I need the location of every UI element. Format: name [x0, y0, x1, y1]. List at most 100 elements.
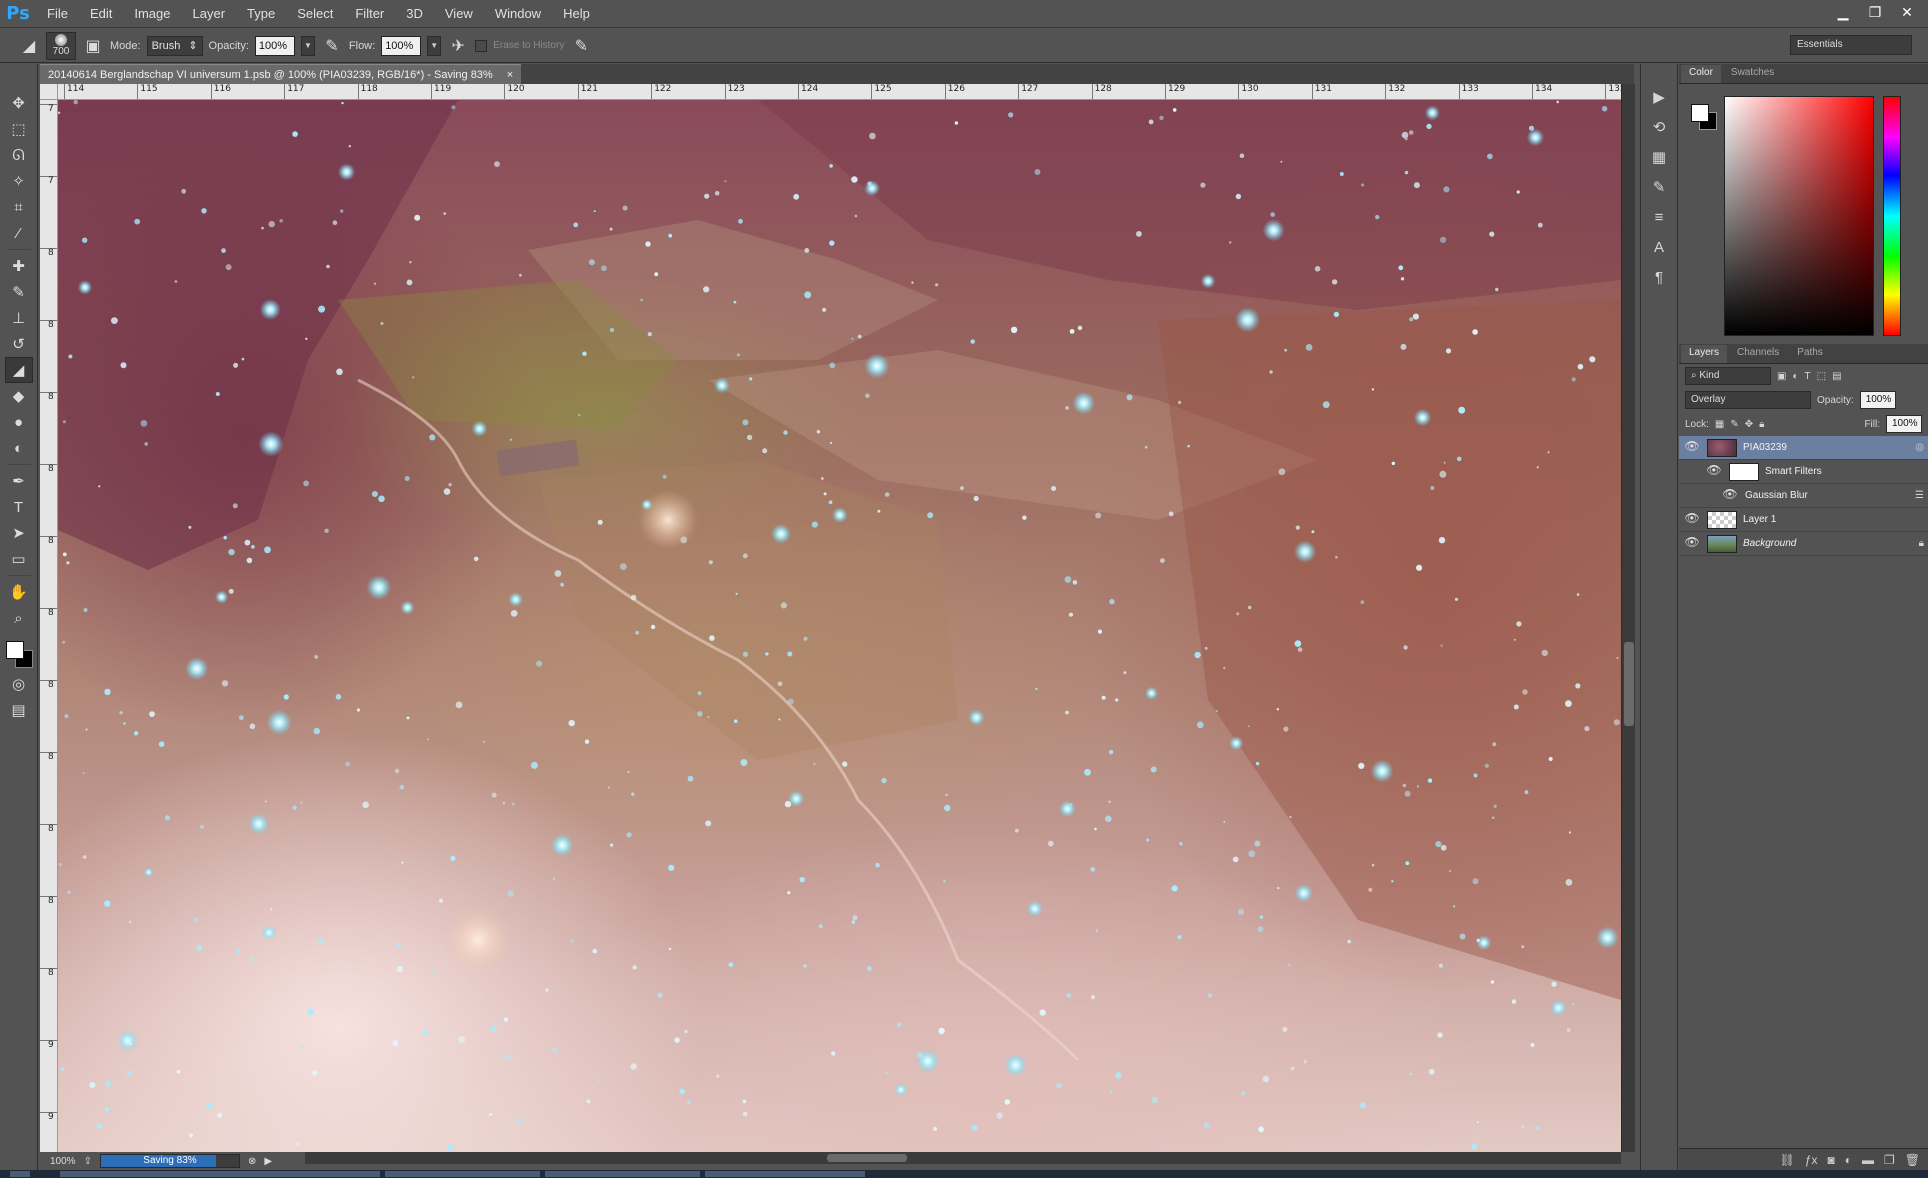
link-layers-icon[interactable]: ⛓ [1780, 1153, 1795, 1167]
adjustment-layer-icon[interactable]: ◐ [1845, 1153, 1852, 1167]
layer-style-icon[interactable]: ƒx [1805, 1153, 1818, 1167]
add-mask-icon[interactable]: ◙ [1828, 1153, 1835, 1167]
lock-all-icon[interactable]: 🔒︎ [1759, 419, 1764, 430]
move-tool-icon[interactable]: ✥ [5, 90, 33, 116]
tab-layers[interactable]: Layers [1681, 345, 1728, 363]
eraser-tool-preset-icon[interactable]: ◢ [18, 35, 40, 57]
foreground-color-swatch[interactable] [1691, 104, 1709, 122]
taskbar-item[interactable] [385, 1171, 540, 1177]
menu-edit[interactable]: Edit [79, 0, 123, 28]
brush-panel-icon[interactable]: ✎ [1646, 174, 1672, 200]
path-selection-tool-icon[interactable]: ➤ [5, 520, 33, 546]
pressure-opacity-icon[interactable]: ✎ [321, 35, 343, 57]
quick-mask-icon[interactable]: ◎ [5, 671, 33, 697]
vertical-ruler[interactable]: 7 7 8 8 8 8 8 8 8 8 8 8 8 9 9 [40, 100, 58, 1152]
paragraph-panel-icon[interactable]: ¶ [1646, 264, 1672, 290]
layer-row-pia03239[interactable]: 👁︎ PIA03239 ◎ [1679, 436, 1928, 460]
menu-window[interactable]: Window [484, 0, 552, 28]
pressure-size-icon[interactable]: ✎ [570, 35, 592, 57]
pixel-filter-icon[interactable]: ▣ [1777, 371, 1786, 382]
lock-position-icon[interactable]: ✥ [1745, 419, 1753, 430]
new-layer-icon[interactable]: ❐ [1884, 1153, 1895, 1167]
blend-mode-select[interactable]: Overlay [1685, 391, 1811, 409]
visibility-eye-icon[interactable]: 👁︎ [1705, 463, 1723, 481]
properties-icon[interactable]: ▦ [1646, 144, 1672, 170]
horizontal-ruler[interactable]: 114 115 116 117 118 119 120 121 122 123 124 125 126 1… [58, 84, 1621, 100]
brush-tool-icon[interactable]: ✎ [5, 279, 33, 305]
visibility-eye-icon[interactable]: 👁︎ [1683, 511, 1701, 529]
history-brush-tool-icon[interactable]: ↺ [5, 331, 33, 357]
history-icon[interactable]: ⟲ [1646, 114, 1672, 140]
hand-tool-icon[interactable]: ✋ [5, 579, 33, 605]
color-picker-field[interactable] [1724, 96, 1874, 336]
menu-layer[interactable]: Layer [182, 0, 237, 28]
opacity-dropdown[interactable]: ▼ [300, 35, 315, 56]
visibility-eye-icon[interactable]: 👁︎ [1683, 535, 1701, 553]
horizontal-scroll-thumb[interactable] [827, 1154, 907, 1162]
zoom-tool-icon[interactable]: ⌕ [5, 605, 33, 631]
mode-select[interactable]: Brush ⇕ [146, 35, 203, 56]
eyedropper-tool-icon[interactable]: ⁄ [5, 220, 33, 246]
menu-3d[interactable]: 3D [395, 0, 434, 28]
horizontal-scrollbar[interactable] [305, 1152, 1621, 1164]
restore-button[interactable]: ❐ [1860, 2, 1890, 22]
layer-row-layer-1[interactable]: 👁︎ Layer 1 [1679, 508, 1928, 532]
document-canvas[interactable] [58, 100, 1621, 1152]
smart-object-filter-icon[interactable]: ▤ [1832, 371, 1841, 382]
start-button[interactable] [10, 1171, 30, 1177]
paint-bucket-tool-icon[interactable]: ◆ [5, 383, 33, 409]
erase-to-history-checkbox[interactable] [475, 39, 488, 52]
layer-row-background[interactable]: 👁︎ Background 🔒︎ [1679, 532, 1928, 556]
status-menu-arrow-icon[interactable]: ▶ [264, 1156, 272, 1167]
blur-tool-icon[interactable]: ● [5, 409, 33, 435]
airbrush-icon[interactable]: ✈ [447, 35, 469, 57]
ruler-origin[interactable] [40, 84, 58, 100]
tab-paths[interactable]: Paths [1789, 345, 1831, 363]
close-tab-icon[interactable]: × [507, 69, 513, 81]
close-button[interactable]: ✕ [1892, 2, 1922, 22]
tab-channels[interactable]: Channels [1729, 345, 1787, 363]
lasso-tool-icon[interactable]: ᘏ [5, 142, 33, 168]
menu-view[interactable]: View [434, 0, 484, 28]
lock-image-icon[interactable]: ✎ [1730, 419, 1738, 430]
vertical-scroll-thumb[interactable] [1624, 642, 1634, 726]
menu-select[interactable]: Select [286, 0, 344, 28]
menu-help[interactable]: Help [552, 0, 601, 28]
kind-filter-select[interactable]: ⌕ Kind [1685, 367, 1771, 385]
minimize-button[interactable]: ▁ [1828, 2, 1858, 22]
filter-blending-options-icon[interactable]: ☰ [1915, 490, 1924, 501]
pen-tool-icon[interactable]: ✒ [5, 468, 33, 494]
menu-image[interactable]: Image [123, 0, 181, 28]
magic-wand-tool-icon[interactable]: ✧ [5, 168, 33, 194]
layer-opacity-input[interactable]: 100% [1859, 391, 1896, 409]
healing-brush-tool-icon[interactable]: ✚ [5, 253, 33, 279]
tab-swatches[interactable]: Swatches [1723, 65, 1782, 83]
cancel-save-icon[interactable]: ⊗ [248, 1156, 256, 1167]
screen-mode-icon[interactable]: ▤ [5, 697, 33, 723]
workspace-switcher[interactable]: Essentials [1790, 35, 1912, 55]
opacity-input[interactable]: 100% [254, 35, 295, 56]
adjustment-filter-icon[interactable]: ◐ [1792, 371, 1798, 382]
flow-dropdown[interactable]: ▼ [427, 35, 442, 56]
clone-stamp-tool-icon[interactable]: ⊥ [5, 305, 33, 331]
rectangle-tool-icon[interactable]: ▭ [5, 546, 33, 572]
taskbar-item[interactable] [60, 1171, 380, 1177]
eraser-tool-icon[interactable]: ◢ [4, 357, 33, 383]
crop-tool-icon[interactable]: ⌗ [5, 194, 33, 220]
layer-row-smart-filters[interactable]: 👁︎ Smart Filters [1679, 460, 1928, 484]
type-tool-icon[interactable]: T [5, 494, 33, 520]
flow-input[interactable]: 100% [381, 35, 422, 56]
zoom-level[interactable]: 100% [50, 1156, 76, 1167]
foreground-color-swatch[interactable] [5, 641, 24, 659]
brush-presets-icon[interactable]: ≡ [1646, 204, 1672, 230]
shape-filter-icon[interactable]: ⬚ [1817, 371, 1826, 382]
brush-panel-toggle-icon[interactable]: ▣ [82, 35, 104, 57]
new-group-icon[interactable]: ▬ [1862, 1153, 1874, 1167]
brush-preset-picker[interactable]: 700 [46, 31, 76, 60]
layer-row-gaussian-blur[interactable]: 👁︎ Gaussian Blur ☰ [1679, 484, 1928, 508]
character-panel-icon[interactable]: A [1646, 234, 1672, 260]
visibility-eye-icon[interactable]: 👁︎ [1721, 487, 1739, 505]
marquee-tool-icon[interactable]: ⬚ [5, 116, 33, 142]
lock-transparent-icon[interactable]: ▦ [1715, 419, 1724, 430]
color-swatches[interactable] [2, 637, 36, 671]
